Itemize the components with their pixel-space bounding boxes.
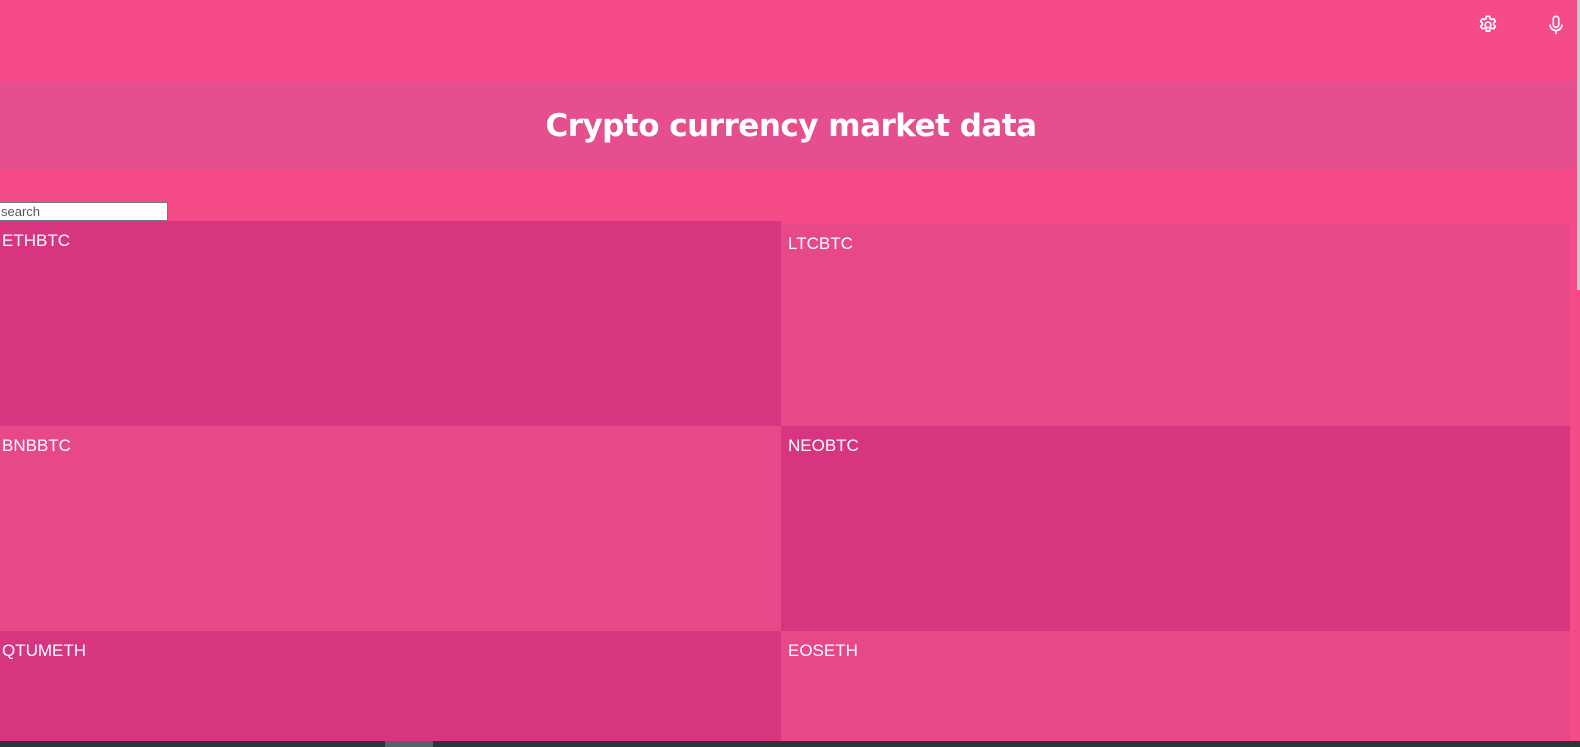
tile-label: EOSETH bbox=[788, 641, 858, 660]
market-tile-bnbbtc[interactable]: BNBBTC bbox=[0, 426, 781, 631]
vertical-scrollbar[interactable] bbox=[1576, 0, 1580, 741]
market-tile-ethbtc[interactable]: ETHBTC bbox=[0, 221, 781, 426]
market-tile-ltcbtc[interactable]: LTCBTC bbox=[781, 224, 1570, 426]
tile-label: NEOBTC bbox=[788, 436, 859, 455]
tile-label: LTCBTC bbox=[788, 234, 853, 253]
tile-label: BNBBTC bbox=[2, 436, 71, 455]
page: Crypto currency market data ETHBTC LTCBT… bbox=[0, 0, 1580, 747]
gear-icon bbox=[1479, 15, 1497, 33]
market-grid: ETHBTC LTCBTC BNBBTC NEOBTC QTUMETH EOSE… bbox=[0, 221, 1570, 741]
market-tile-qtumeth[interactable]: QTUMETH bbox=[0, 631, 781, 741]
top-bar bbox=[0, 0, 1580, 82]
horizontal-scrollbar[interactable] bbox=[0, 741, 1580, 747]
market-tile-neobtc[interactable]: NEOBTC bbox=[781, 426, 1570, 631]
search-input[interactable] bbox=[0, 202, 168, 221]
market-tile-eoseth[interactable]: EOSETH bbox=[781, 631, 1570, 741]
horizontal-scrollbar-thumb[interactable] bbox=[385, 741, 433, 747]
settings-button[interactable] bbox=[1475, 12, 1501, 38]
microphone-button[interactable] bbox=[1543, 12, 1569, 38]
page-title: Crypto currency market data bbox=[545, 108, 1037, 144]
tile-label: QTUMETH bbox=[2, 641, 87, 660]
title-banner: Crypto currency market data bbox=[0, 82, 1576, 170]
microphone-icon bbox=[1549, 15, 1563, 35]
tile-label: ETHBTC bbox=[2, 231, 70, 250]
